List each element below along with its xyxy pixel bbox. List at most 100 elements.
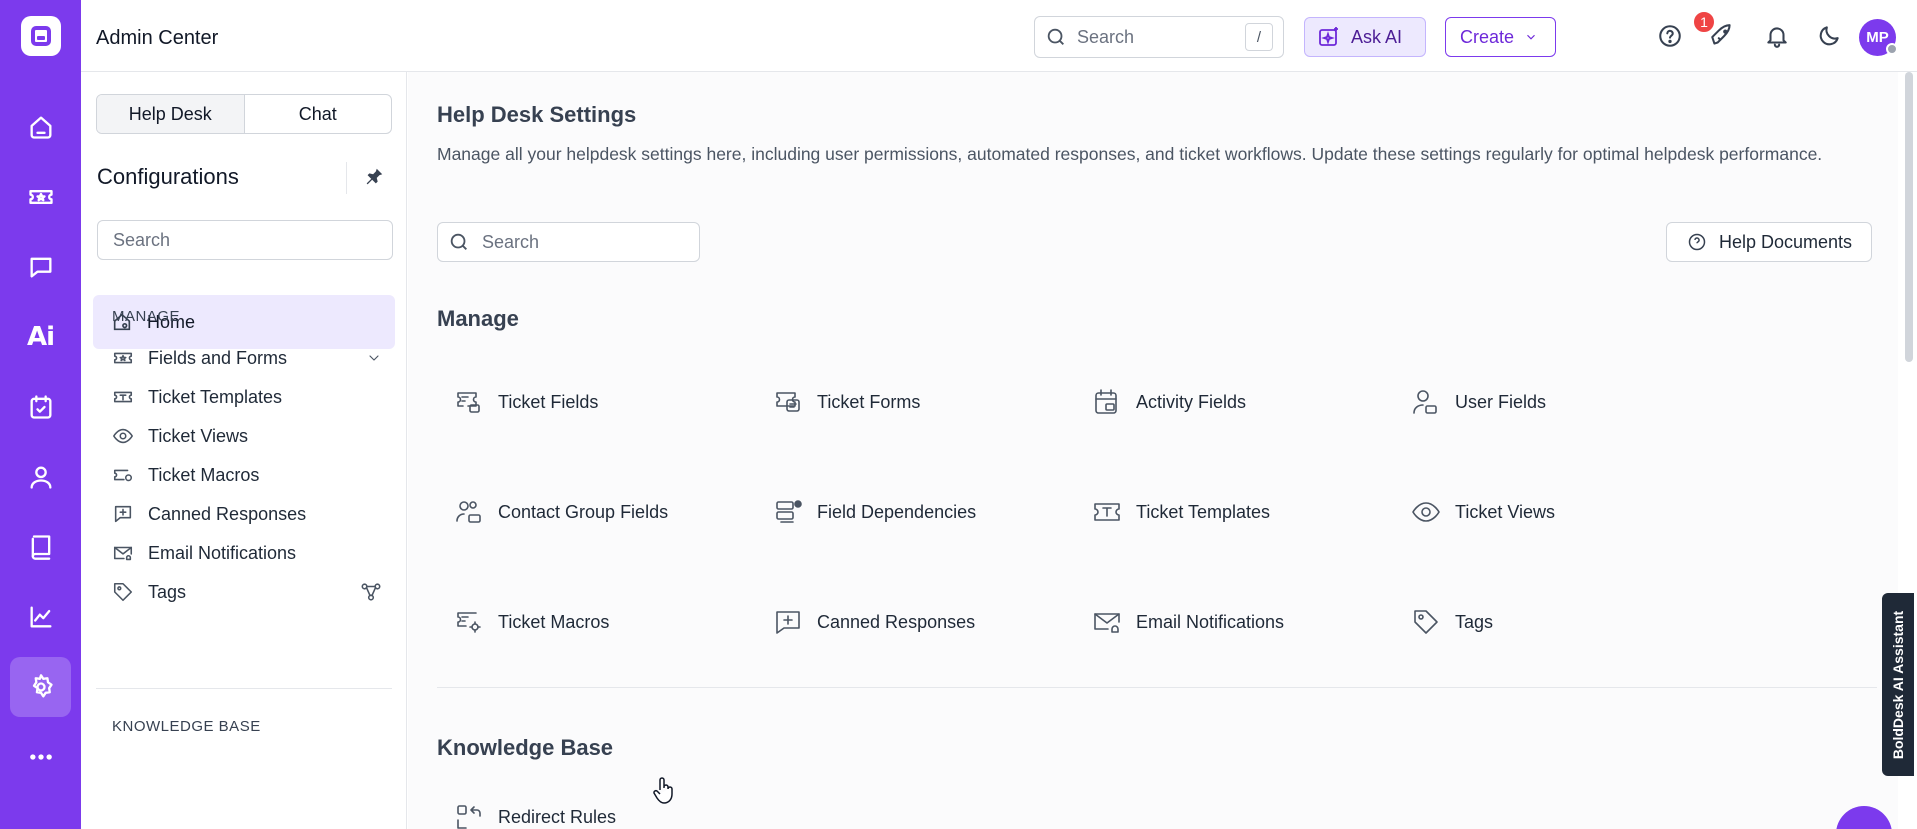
- sidebar-search-input[interactable]: Search: [97, 220, 393, 260]
- user-fields-icon: [1413, 390, 1437, 414]
- card-label: Activity Fields: [1136, 391, 1247, 412]
- help-icon[interactable]: [1655, 21, 1685, 51]
- ticket-fields-icon: [457, 392, 480, 413]
- card-label: Ticket Fields: [498, 391, 599, 412]
- page-description: Manage all your helpdesk settings here, …: [437, 144, 1823, 164]
- card-activity-fields[interactable]: Activity Fields: [1092, 377, 1392, 427]
- sidebar-item-tags[interactable]: Tags: [112, 574, 392, 610]
- calendar-icon: [1095, 389, 1117, 414]
- card-redirect-rules[interactable]: Redirect Rules: [454, 792, 754, 829]
- rail-more-icon[interactable]: [10, 727, 71, 787]
- main-content: Help Desk Settings Manage all your helpd…: [408, 72, 1898, 829]
- sidebar-title: Configurations: [97, 164, 239, 189]
- card-label: Ticket Views: [1455, 501, 1556, 522]
- rail-chat-icon[interactable]: [10, 237, 71, 297]
- section-title-knowledge-base: Knowledge Base: [437, 735, 614, 760]
- card-ticket-fields[interactable]: Ticket Fields: [454, 377, 754, 427]
- settings-search-placeholder: Search: [482, 231, 540, 252]
- workflow-icon[interactable]: [360, 581, 382, 603]
- message-plus-icon: [776, 611, 800, 634]
- section-title-manage: Manage: [437, 306, 519, 331]
- bell-icon[interactable]: [1762, 21, 1792, 51]
- presence-status-dot: [1886, 43, 1898, 55]
- card-ticket-views[interactable]: Ticket Views: [1411, 487, 1711, 537]
- eye-icon: [113, 428, 133, 444]
- card-canned-responses[interactable]: Canned Responses: [773, 597, 1073, 647]
- chevron-down-icon: [1527, 34, 1535, 40]
- card-label: User Fields: [1455, 391, 1547, 412]
- divider: [346, 162, 347, 194]
- sidebar-heading-knowledge-base: KNOWLEDGE BASE: [112, 718, 261, 735]
- card-ticket-macros[interactable]: Ticket Macros: [454, 597, 754, 647]
- rail-home-icon[interactable]: [10, 97, 71, 157]
- help-circle-icon: [1688, 233, 1706, 251]
- card-contact-group-fields[interactable]: Contact Group Fields: [454, 487, 754, 537]
- sidebar-item-ticket-macros[interactable]: Ticket Macros: [112, 457, 392, 493]
- rail-ai-icon[interactable]: Ai: [10, 307, 71, 367]
- ticket-gear-icon: [457, 612, 481, 633]
- card-ticket-forms[interactable]: Ticket Forms: [773, 377, 1073, 427]
- card-field-dependencies[interactable]: Field Dependencies: [773, 487, 1073, 537]
- page-title: Help Desk Settings: [437, 102, 637, 127]
- sidebar-item-label: Fields and Forms: [148, 347, 288, 368]
- scrollbar-thumb[interactable]: [1905, 72, 1913, 362]
- divider: [437, 687, 1877, 688]
- ask-ai-label: Ask AI: [1351, 26, 1403, 47]
- rail-tickets-icon[interactable]: [10, 167, 71, 227]
- redirect-icon: [457, 805, 481, 829]
- card-label: Field Dependencies: [817, 501, 977, 522]
- create-button[interactable]: Create: [1445, 17, 1556, 57]
- pin-icon[interactable]: [363, 166, 387, 190]
- global-search-input[interactable]: Search /: [1034, 16, 1284, 58]
- rail-analytics-icon[interactable]: [10, 587, 71, 647]
- sidebar-item-fields-and-forms[interactable]: Fields and Forms: [112, 340, 392, 376]
- hand-cursor-icon: [653, 777, 673, 804]
- card-label: Redirect Rules: [498, 806, 617, 827]
- sidebar-item-label: Ticket Templates: [148, 386, 283, 407]
- rail-user-icon[interactable]: [10, 447, 71, 507]
- ticket-star-icon: [113, 352, 133, 364]
- moon-icon[interactable]: [1814, 21, 1844, 51]
- search-shortcut-key: /: [1245, 23, 1273, 51]
- app-logo-icon[interactable]: [21, 16, 61, 56]
- settings-search-input[interactable]: Search: [437, 222, 700, 262]
- sidebar-item-ticket-templates[interactable]: Ticket Templates: [112, 379, 392, 415]
- mail-bell-icon: [113, 546, 133, 561]
- card-user-fields[interactable]: User Fields: [1411, 377, 1711, 427]
- card-label: Ticket Templates: [1136, 501, 1271, 522]
- card-label: Contact Group Fields: [498, 501, 669, 522]
- sparkle-icon: [1319, 27, 1338, 46]
- eye-icon: [1412, 502, 1440, 522]
- tab-chat[interactable]: Chat: [245, 95, 392, 133]
- card-ticket-templates[interactable]: Ticket Templates: [1092, 487, 1392, 537]
- search-icon: [1047, 28, 1064, 45]
- help-documents-label: Help Documents: [1719, 231, 1853, 252]
- sidebar-item-ticket-views[interactable]: Ticket Views: [112, 418, 392, 454]
- chevron-down-icon[interactable]: [366, 350, 382, 366]
- ticket-gear-icon: [113, 469, 133, 482]
- help-documents-button[interactable]: Help Documents: [1666, 222, 1872, 262]
- tag-icon: [1414, 610, 1438, 634]
- rail-settings-icon[interactable]: [10, 657, 71, 717]
- ai-assistant-tab[interactable]: BoldDesk AI Assistant: [1882, 593, 1914, 776]
- tab-help-desk[interactable]: Help Desk: [97, 95, 245, 133]
- global-search-placeholder: Search: [1077, 26, 1135, 47]
- ask-ai-button[interactable]: Ask AI: [1304, 17, 1426, 57]
- sidebar-item-canned-responses[interactable]: Canned Responses: [112, 496, 392, 532]
- message-plus-icon: [114, 505, 132, 523]
- sidebar-item-email-notifications[interactable]: Email Notifications: [112, 535, 392, 571]
- card-email-notifications[interactable]: Email Notifications: [1092, 597, 1392, 647]
- sidebar-item-label: Tags: [148, 581, 187, 602]
- divider: [96, 688, 392, 689]
- ticket-template-icon: [1094, 503, 1120, 521]
- card-tags[interactable]: Tags: [1411, 597, 1711, 647]
- ticket-forms-icon: [776, 392, 800, 412]
- ticket-template-icon: [113, 391, 133, 403]
- contact-group-icon: [456, 501, 481, 523]
- create-label: Create: [1460, 26, 1515, 47]
- notification-badge: 1: [1692, 10, 1716, 34]
- sidebar-heading-manage: MANAGE: [112, 308, 181, 325]
- card-label: Ticket Forms: [817, 391, 921, 412]
- rail-calendar-check-icon[interactable]: [10, 377, 71, 437]
- rail-book-icon[interactable]: [10, 517, 71, 577]
